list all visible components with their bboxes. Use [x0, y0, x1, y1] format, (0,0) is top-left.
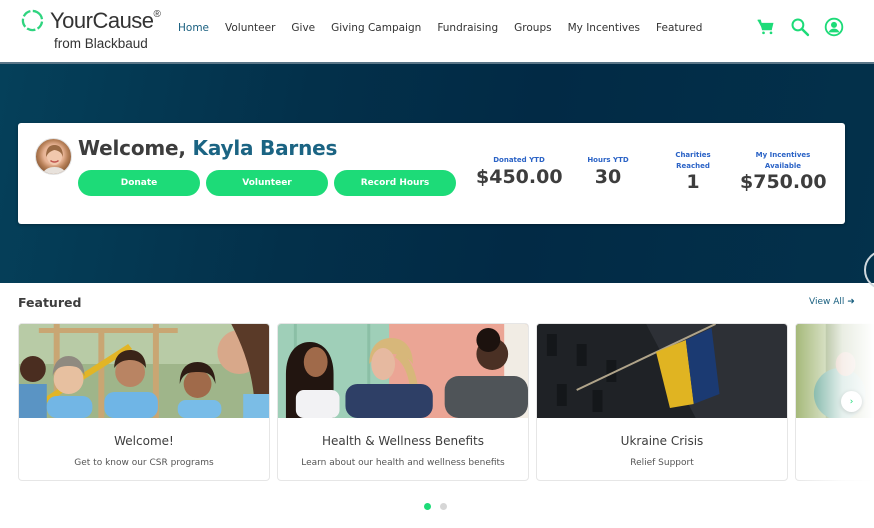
nav-item-volunteer[interactable]: Volunteer — [225, 22, 275, 34]
pagination-dot-1[interactable] — [424, 503, 431, 510]
cart-icon[interactable] — [756, 17, 776, 37]
nav-item-my-incentives[interactable]: My Incentives — [568, 22, 640, 34]
search-icon[interactable] — [790, 17, 810, 37]
arrow-right-icon: ➜ — [847, 297, 855, 307]
card-subtitle: Relief Support — [630, 458, 694, 468]
carousel-pagination — [424, 503, 447, 510]
chevron-right-icon: › — [849, 396, 854, 407]
card-subtitle: Learn about our health and wellness bene… — [301, 458, 505, 468]
welcome-greeting: Welcome, — [78, 136, 193, 160]
featured-card-ukraine-crisis[interactable]: Ukraine Crisis Relief Support — [536, 323, 788, 481]
welcome-card: Welcome, Kayla Barnes Donate Volunteer R… — [18, 123, 845, 224]
logo-wordmark: YourCause® — [50, 8, 161, 33]
welcome-heading: Welcome, Kayla Barnes — [78, 136, 337, 160]
stat-value: $750.00 — [740, 171, 827, 193]
stat-label: Donated YTD — [493, 156, 545, 164]
view-all-link[interactable]: View All ➜ — [809, 297, 855, 307]
stat-incentives-available: My Incentives Available $750.00 — [740, 150, 827, 193]
quick-actions: Donate Volunteer Record Hours — [78, 170, 456, 196]
stat-donated-ytd: Donated YTD $450.00 — [476, 155, 563, 188]
card-title: Welcome! — [114, 434, 174, 448]
view-all-label: View All — [809, 297, 845, 307]
logo-ring-icon — [21, 9, 44, 32]
nav-item-groups[interactable]: Groups — [514, 22, 551, 34]
card-subtitle: Get to know our CSR programs — [74, 458, 214, 468]
card-title: Ukraine Crisis — [620, 434, 704, 448]
volunteers-smiling-photo — [19, 324, 269, 418]
user-account-icon[interactable] — [824, 17, 844, 37]
decorative-ring — [864, 250, 874, 290]
yourcause-logo[interactable]: YourCause® from Blackbaud — [21, 8, 171, 54]
donate-button[interactable]: Donate — [78, 170, 200, 196]
carousel-next-button[interactable]: › — [841, 391, 862, 412]
volunteer-button[interactable]: Volunteer — [206, 170, 328, 196]
ukraine-flag-photo — [537, 324, 787, 418]
nav-item-giving-campaign[interactable]: Giving Campaign — [331, 22, 421, 34]
featured-heading: Featured — [18, 295, 82, 310]
card-title: Health & Wellness Benefits — [321, 434, 485, 448]
main-nav: Home Volunteer Give Giving Campaign Fund… — [178, 22, 718, 34]
logo-tagline: from Blackbaud — [54, 36, 148, 51]
stat-value: 30 — [594, 165, 622, 188]
avatar[interactable] — [35, 138, 72, 175]
featured-card-welcome[interactable]: Welcome! Get to know our CSR programs — [18, 323, 270, 481]
record-hours-button[interactable]: Record Hours — [334, 170, 456, 196]
featured-card-health-wellness[interactable]: Health & Wellness Benefits Learn about o… — [277, 323, 529, 481]
avatar-photo — [42, 145, 67, 174]
stat-label: Charities Reached — [675, 151, 711, 170]
stat-value: 1 — [686, 171, 700, 193]
stat-value: $450.00 — [476, 165, 563, 188]
nav-item-featured[interactable]: Featured — [656, 22, 702, 34]
carousel-edge-fade — [795, 320, 874, 485]
stat-label: My Incentives Available — [755, 151, 811, 170]
nav-item-home[interactable]: Home — [178, 22, 209, 34]
pagination-dot-2[interactable] — [440, 503, 447, 510]
stat-hours-ytd: Hours YTD 30 — [573, 155, 643, 188]
three-women-laughing-photo — [278, 324, 528, 418]
user-name: Kayla Barnes — [192, 136, 338, 160]
stat-charities-reached: Charities Reached 1 — [668, 150, 718, 193]
stat-label: Hours YTD — [587, 156, 629, 164]
nav-item-give[interactable]: Give — [291, 22, 315, 34]
header-actions — [756, 17, 844, 37]
top-header: YourCause® from Blackbaud Home Volunteer… — [0, 0, 874, 62]
nav-item-fundraising[interactable]: Fundraising — [437, 22, 498, 34]
